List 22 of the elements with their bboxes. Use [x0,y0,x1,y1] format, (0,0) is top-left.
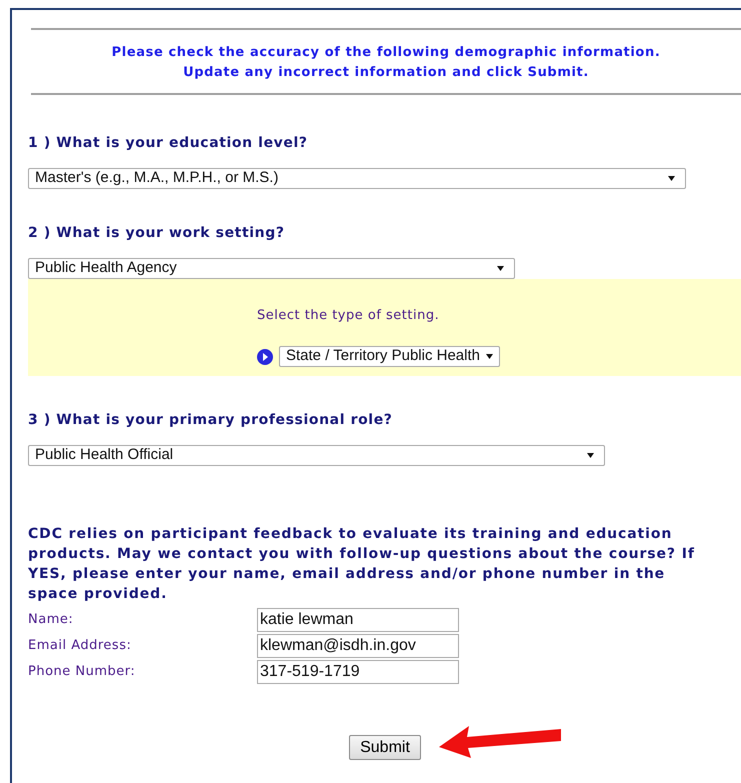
question-label: 1 ) What is your education level? [28,134,309,153]
followup-prompt: Select the type of setting. [257,307,440,325]
caret-icon [486,354,493,359]
submit-button[interactable]: Submit [349,734,421,760]
dropdown[interactable]: Master's (e.g., M.A., M.P.H., or M.S.) [28,168,686,189]
dropdown[interactable]: State / Territory Public Health [279,346,500,367]
caret-icon [587,453,594,458]
instructions-heading: Please check the accuracy of the following demographic information. Update any incorrect information and click Submit. [110,44,662,82]
arrow-circle-icon [257,348,273,364]
dropdown[interactable]: Public Health Official [28,445,605,466]
contact-notice: CDC relies on participant feedback to evaluate its training and education products. May we contact you with follow-up questions about the course? If YES, please enter your name, email address and/or phone number in the space provided. [28,525,696,604]
input-field[interactable]: katie lewman [257,608,459,632]
input-field[interactable]: klewman@isdh.in.gov [257,634,459,658]
input-field[interactable]: 317-519-1719 [257,660,459,684]
dropdown[interactable]: Public Health Agency [28,258,515,279]
question-label: 2 ) What is your work setting? [28,224,286,243]
caret-icon [668,176,675,181]
caret-icon [497,266,504,271]
field-label: Name: [28,611,74,630]
question-label: 3 ) What is your primary professional role? [28,411,394,430]
field-label: Phone Number: [28,663,136,682]
field-label: Email Address: [28,637,132,656]
